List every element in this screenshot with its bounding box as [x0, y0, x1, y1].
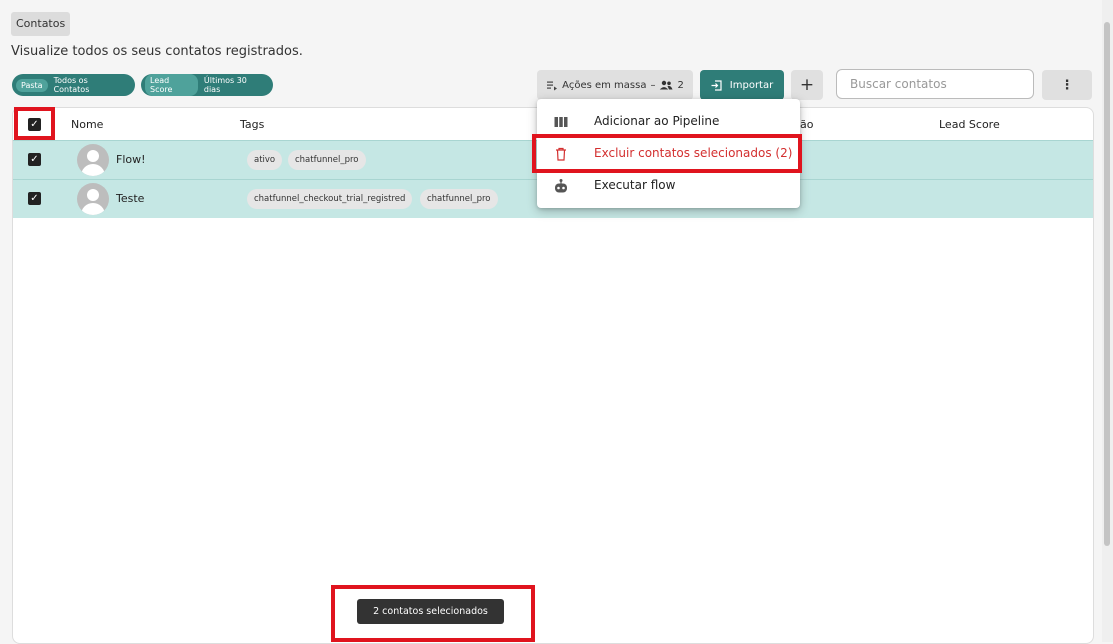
select-all-checkbox[interactable]: ✓	[28, 118, 41, 131]
selection-snackbar: 2 contatos selecionados	[357, 599, 504, 624]
import-button[interactable]: Importar	[700, 70, 784, 100]
filter-chip-key: Lead Score	[145, 74, 198, 96]
menu-item-delete-selected[interactable]: Excluir contatos selecionados (2)	[537, 138, 800, 170]
search-input[interactable]	[836, 69, 1034, 99]
menu-item-label: Excluir contatos selecionados (2)	[594, 146, 793, 160]
filter-chip-lead-score[interactable]: Lead Score Últimos 30 dias	[141, 74, 273, 96]
scrollbar-thumb[interactable]	[1104, 22, 1110, 546]
robot-icon	[555, 179, 567, 193]
import-label: Importar	[729, 79, 774, 91]
contact-name[interactable]: Flow!	[116, 153, 146, 166]
trash-icon	[556, 147, 566, 161]
more-options-button[interactable]: ⋮	[1042, 70, 1092, 100]
menu-item-run-flow[interactable]: Executar flow	[537, 170, 800, 202]
tag: chatfunnel_checkout_trial_registred	[247, 189, 413, 209]
row-checkbox[interactable]: ✓	[28, 192, 41, 205]
column-header-name[interactable]: Nome	[71, 118, 103, 131]
menu-item-label: Executar flow	[594, 178, 676, 192]
group-icon	[660, 80, 673, 90]
column-header-lead-score[interactable]: Lead Score	[939, 118, 1000, 131]
contact-name[interactable]: Teste	[116, 192, 144, 205]
page-subtitle: Visualize todos os seus contatos registr…	[11, 44, 303, 59]
import-icon	[711, 79, 722, 91]
more-vertical-icon: ⋮	[1060, 77, 1074, 93]
column-header-partial[interactable]: ão	[800, 118, 813, 131]
breadcrumb[interactable]: Contatos	[11, 12, 71, 36]
filter-chip-folder[interactable]: Pasta Todos os Contatos	[12, 74, 135, 96]
add-contact-button[interactable]: +	[791, 70, 823, 100]
bulk-actions-menu: Adicionar ao Pipeline Excluir contatos s…	[537, 99, 800, 208]
bulk-actions-count: 2	[677, 79, 684, 91]
filter-chip-value: Últimos 30 dias	[203, 76, 247, 94]
menu-item-add-to-pipeline[interactable]: Adicionar ao Pipeline	[537, 106, 800, 138]
tag: ativo	[247, 150, 283, 170]
row-checkbox[interactable]: ✓	[28, 153, 41, 166]
column-header-tags[interactable]: Tags	[240, 118, 264, 131]
list-action-icon	[547, 81, 558, 91]
menu-item-label: Adicionar ao Pipeline	[594, 114, 720, 128]
bulk-actions-separator: –	[650, 79, 656, 91]
filter-chip-value: Todos os Contatos	[53, 76, 90, 94]
avatar	[77, 183, 109, 215]
tag: chatfunnel_pro	[420, 189, 498, 209]
avatar	[77, 144, 109, 176]
plus-icon: +	[799, 75, 815, 95]
pipeline-columns-icon	[554, 117, 568, 127]
filter-chip-key: Pasta	[16, 78, 48, 92]
tag: chatfunnel_pro	[288, 150, 366, 170]
bulk-actions-button[interactable]: Ações em massa – 2	[537, 70, 693, 100]
bulk-actions-label: Ações em massa	[562, 79, 647, 91]
